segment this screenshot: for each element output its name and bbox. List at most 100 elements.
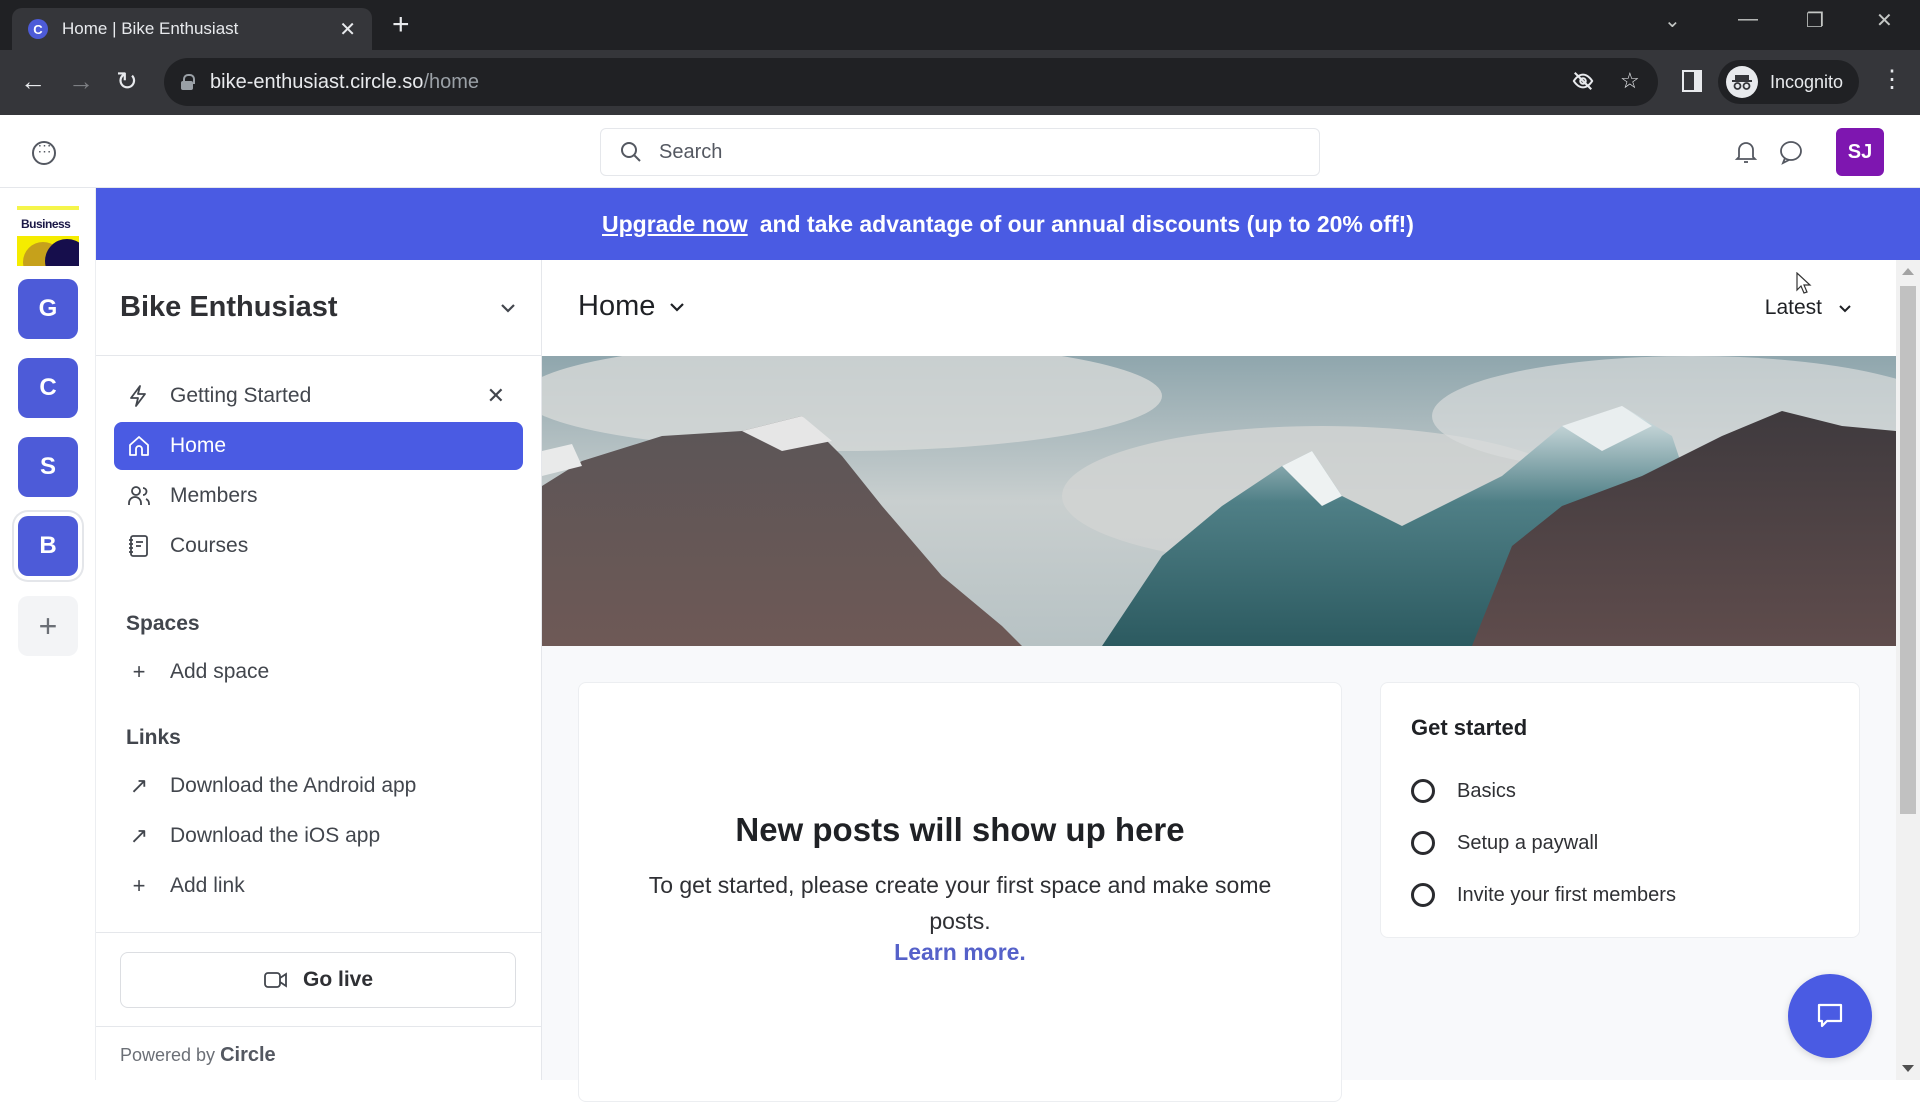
bookmark-star-icon[interactable]: ☆	[1620, 68, 1640, 94]
page-title-dropdown[interactable]: Home	[578, 290, 685, 323]
address-bar[interactable]: bike-enthusiast.circle.so/home ☆	[164, 58, 1658, 106]
community-name-dropdown[interactable]: Bike Enthusiast	[96, 260, 541, 356]
new-tab-button[interactable]: +	[392, 10, 410, 40]
tab-search-chevron-icon[interactable]: ⌄	[1664, 8, 1681, 33]
close-window-button[interactable]: ✕	[1876, 8, 1893, 33]
upgrade-banner: Upgrade now and take advantage of our an…	[96, 188, 1920, 260]
reload-button[interactable]: ↻	[116, 66, 138, 97]
add-space-label: Add space	[170, 660, 270, 683]
incomplete-circle-icon	[1411, 831, 1435, 855]
powered-by: Powered by Circle	[120, 1044, 276, 1067]
sidebar-item-members[interactable]: Members	[114, 472, 523, 520]
forward-button[interactable]: →	[68, 66, 94, 97]
sidebar-item-getting-started[interactable]: Getting Started ✕	[114, 372, 523, 420]
video-camera-icon	[264, 972, 287, 988]
chevron-down-icon	[501, 303, 515, 313]
get-started-item-label: Basics	[1457, 779, 1516, 802]
chat-bubble-icon	[1817, 1003, 1843, 1028]
sidebar: Bike Enthusiast Getting Started ✕ Home M…	[96, 260, 542, 1080]
back-button[interactable]: ←	[20, 66, 46, 97]
get-started-item-basics[interactable]: Basics	[1411, 765, 1829, 817]
sidebar-item-courses[interactable]: Courses	[114, 522, 523, 570]
main-content: Home Latest New posts will show up here …	[542, 260, 1896, 1102]
browser-tab[interactable]: C Home | Bike Enthusiast ✕	[12, 8, 372, 50]
links-heading: Links	[126, 726, 181, 749]
external-link-arrow-icon: ↗	[129, 773, 149, 798]
get-started-item-paywall[interactable]: Setup a paywall	[1411, 817, 1829, 869]
url-host: bike-enthusiast.circle.so	[210, 70, 424, 93]
get-started-item-label: Invite your first members	[1457, 883, 1676, 906]
plus-icon: +	[132, 873, 146, 898]
go-live-label: Go live	[302, 968, 374, 991]
sidebar-divider	[96, 1026, 541, 1027]
sidebar-item-label: Home	[170, 434, 227, 457]
sidebar-nav: Getting Started ✕ Home Members Courses S…	[96, 356, 541, 910]
get-started-item-invite[interactable]: Invite your first members	[1411, 869, 1829, 921]
support-chat-button[interactable]	[1788, 974, 1872, 1058]
business-logo-text: Business	[21, 217, 71, 231]
incognito-profile-button[interactable]: Incognito	[1718, 60, 1860, 104]
sort-dropdown[interactable]: Latest	[1765, 296, 1852, 320]
incomplete-circle-icon	[1411, 883, 1435, 907]
tab-title: Home | Bike Enthusiast	[62, 19, 239, 38]
mouse-cursor-icon	[1796, 272, 1812, 294]
search-icon	[621, 142, 641, 162]
scrollbar-thumb[interactable]	[1900, 286, 1916, 814]
lightning-icon	[126, 383, 152, 409]
tab-close-icon[interactable]: ✕	[339, 17, 356, 42]
community-rail: Business G C S B +	[0, 188, 96, 1080]
add-link-button[interactable]: + Add link	[114, 862, 523, 910]
scroll-up-arrow-icon[interactable]	[1902, 268, 1914, 275]
browser-tab-bar: C Home | Bike Enthusiast ✕ + ⌄ — ❐ ✕	[0, 0, 1920, 50]
minimize-button[interactable]: —	[1738, 8, 1758, 31]
courses-icon	[126, 533, 152, 559]
incognito-label: Incognito	[1770, 71, 1844, 92]
home-icon	[126, 433, 152, 459]
get-started-card: Get started Basics Setup a paywall Invit…	[1380, 682, 1860, 938]
scroll-down-arrow-icon[interactable]	[1902, 1065, 1914, 1072]
tracking-protection-eye-off-icon[interactable]	[1572, 70, 1594, 98]
add-space-button[interactable]: + Add space	[114, 648, 523, 696]
community-button-b[interactable]: B	[18, 516, 78, 576]
upgrade-now-link[interactable]: Upgrade now	[602, 211, 748, 238]
url-path: /home	[423, 70, 480, 93]
community-button-g[interactable]: G	[18, 279, 78, 339]
circle-brand-link[interactable]: Circle	[220, 1044, 276, 1066]
add-link-label: Add link	[170, 874, 245, 897]
empty-feed-body: To get started, please create your first…	[648, 872, 1272, 934]
sidebar-item-label: Members	[170, 484, 258, 507]
app-header: SJ	[0, 115, 1920, 188]
messages-chat-icon[interactable]	[1778, 139, 1804, 170]
chevron-down-icon	[670, 302, 685, 312]
community-button-s[interactable]: S	[18, 437, 78, 497]
side-panel-icon[interactable]	[1682, 70, 1702, 92]
community-name: Bike Enthusiast	[120, 291, 338, 323]
business-community-logo[interactable]: Business	[17, 206, 79, 266]
learn-more-link[interactable]: Learn more.	[894, 939, 1026, 966]
spaces-heading: Spaces	[126, 612, 200, 635]
user-avatar[interactable]: SJ	[1836, 128, 1884, 176]
go-live-button[interactable]: Go live	[120, 952, 516, 1008]
plus-icon: +	[132, 659, 146, 684]
chevron-down-icon	[1839, 304, 1851, 312]
powered-by-prefix: Powered by	[120, 1045, 216, 1065]
link-ios-app[interactable]: ↗ Download the iOS app	[114, 812, 523, 860]
main-scrollbar[interactable]	[1896, 260, 1920, 1080]
sidebar-item-home[interactable]: Home	[114, 422, 523, 470]
notifications-bell-icon[interactable]	[1734, 139, 1758, 170]
dismiss-getting-started-icon[interactable]: ✕	[487, 383, 505, 409]
upgrade-banner-text: and take advantage of our annual discoun…	[759, 210, 1414, 237]
main-header: Home Latest	[542, 260, 1896, 356]
search-input[interactable]	[659, 140, 1259, 164]
sidebar-item-label: Courses	[170, 534, 249, 557]
community-button-c[interactable]: C	[18, 358, 78, 418]
link-android-app[interactable]: ↗ Download the Android app	[114, 762, 523, 810]
members-icon	[126, 483, 152, 509]
restore-button[interactable]: ❐	[1806, 8, 1824, 33]
empty-feed-title: New posts will show up here	[735, 811, 1185, 848]
add-community-button[interactable]: +	[18, 596, 78, 656]
search-box[interactable]	[600, 128, 1320, 176]
sidebar-divider	[96, 932, 541, 933]
browser-menu-icon[interactable]: ⋮	[1880, 65, 1904, 94]
community-switcher-icon[interactable]	[32, 137, 56, 165]
